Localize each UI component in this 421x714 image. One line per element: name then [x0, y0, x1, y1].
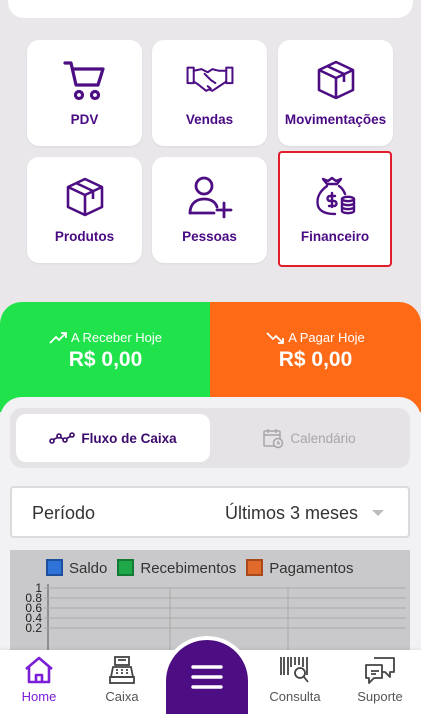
receivable-title-row: A Receber Hoje [0, 330, 211, 345]
box-icon [312, 56, 360, 104]
tile-movimentacoes[interactable]: Movimentações [278, 40, 393, 146]
period-select[interactable]: Período Últimos 3 meses [10, 486, 410, 538]
tile-produtos[interactable]: Produtos [27, 157, 142, 263]
handshake-icon [186, 56, 234, 104]
tile-label: Pessoas [182, 229, 237, 244]
tile-label: PDV [70, 112, 99, 127]
nav-label: Caixa [105, 689, 139, 704]
menu-button[interactable] [166, 640, 248, 714]
home-icon [23, 655, 55, 685]
tile-pessoas[interactable]: Pessoas [152, 157, 267, 263]
trend-down-icon [266, 332, 285, 344]
chat-bubbles-icon [364, 655, 396, 685]
barcode-search-icon [279, 655, 311, 685]
payable-title-row: A Pagar Hoje [210, 330, 421, 345]
tile-financeiro[interactable]: Financeiro [278, 151, 392, 267]
payable-card[interactable]: A Pagar Hoje R$ 0,00 [210, 302, 421, 412]
tile-label: Financeiro [300, 229, 370, 244]
cash-register-icon [107, 655, 137, 685]
payable-amount: R$ 0,00 [278, 348, 353, 371]
tab-label: Fluxo de Caixa [81, 430, 177, 446]
nav-home[interactable]: Home [4, 650, 74, 714]
tile-vendas[interactable]: Vendas [152, 40, 267, 146]
chevron-down-icon [372, 510, 384, 516]
tile-label: Vendas [185, 112, 234, 127]
period-label: Período [32, 503, 96, 523]
cashflow-chart: Saldo Recebimentos Pagamentos 1 0.8 0.6 0.4… [10, 550, 410, 650]
y-tick-label: 0.2 [25, 621, 42, 635]
tab-label: Calendário [290, 430, 356, 446]
top-edge [0, 0, 421, 22]
calendar-clock-icon [263, 429, 284, 449]
tab-fluxo-de-caixa[interactable]: Fluxo de Caixa [16, 414, 210, 462]
trend-up-icon [49, 332, 67, 344]
nav-caixa[interactable]: Caixa [87, 650, 157, 714]
nav-label: Suporte [357, 689, 403, 704]
shopping-cart-icon [61, 56, 109, 104]
line-chart-icon [49, 432, 76, 444]
receivable-title: A Receber Hoje [70, 330, 163, 345]
nav-consulta[interactable]: Consulta [260, 650, 330, 714]
period-value: Últimos 3 meses [224, 503, 358, 523]
nav-suporte[interactable]: Suporte [345, 650, 415, 714]
payable-title: A Pagar Hoje [288, 330, 365, 345]
tile-label: Produtos [54, 229, 115, 244]
money-bag-icon [311, 173, 359, 221]
tile-label: Movimentações [284, 112, 387, 127]
tab-calendario[interactable]: Calendário [214, 414, 404, 462]
hamburger-icon [191, 665, 223, 689]
box-icon [61, 173, 109, 221]
tile-pdv[interactable]: PDV [27, 40, 142, 146]
receivable-card[interactable]: A Receber Hoje R$ 0,00 [0, 302, 211, 412]
add-person-icon [186, 173, 234, 221]
chart-plot-area: 10.80.60.40.2 [25, 581, 406, 650]
daily-summary: A Receber Hoje R$ 0,00 A Pagar Hoje R$ 0… [0, 302, 421, 412]
view-tabs: Fluxo de Caixa Calendário [10, 408, 410, 468]
nav-label: Home [21, 689, 57, 704]
nav-label: Consulta [269, 689, 321, 704]
receivable-amount: R$ 0,00 [68, 348, 143, 371]
